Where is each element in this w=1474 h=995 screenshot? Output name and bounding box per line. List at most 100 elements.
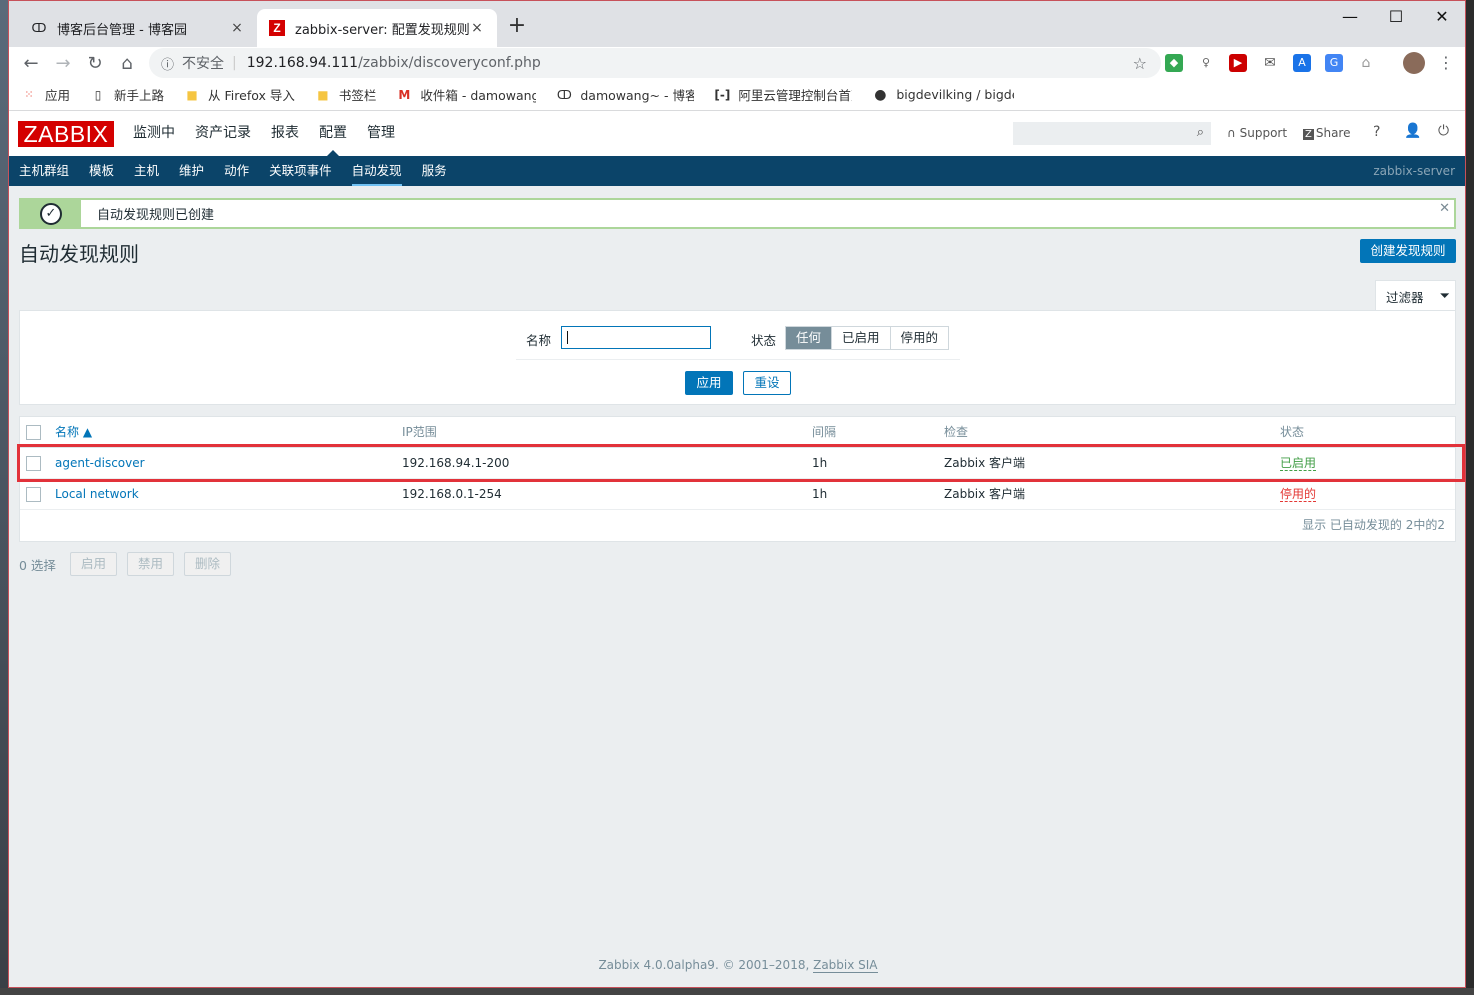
zabbix-logo[interactable]: ZABBIX — [18, 121, 114, 147]
share-label: Share — [1315, 126, 1351, 140]
bookmark-firefox-import[interactable]: ■ 从 Firefox 导入 — [184, 85, 295, 104]
support-link[interactable]: ∩ Support — [1227, 126, 1287, 140]
bookmark-label: 新手上路 — [114, 88, 165, 103]
extension-a-icon[interactable]: A — [1293, 54, 1311, 72]
page-title: 自动发现规则 — [19, 242, 139, 266]
mail-icon[interactable]: ✉ — [1261, 54, 1279, 72]
taskbar-edge — [0, 988, 1474, 995]
status-option-any[interactable]: 任何 — [786, 327, 832, 349]
zabbix-header: ZABBIX 监测中 资产记录 报表 配置 管理 ⌕ ∩ Support Z Sh… — [9, 111, 1465, 156]
disable-selected-button[interactable]: 禁用 — [126, 552, 174, 576]
close-icon[interactable]: ✕ — [1439, 201, 1450, 216]
bookmark-gmail[interactable]: M 收件箱 - damowang — [396, 85, 536, 104]
success-icon-box: ✓ — [21, 200, 81, 227]
bookmark-bar-folder[interactable]: ■ 书签栏 — [315, 85, 376, 104]
status-option-disabled[interactable]: 停用的 — [889, 327, 949, 349]
top-menu-configuration[interactable]: 配置 — [319, 111, 347, 156]
sub-menu-services[interactable]: 服务 — [422, 156, 447, 186]
delete-selected-button[interactable]: 删除 — [183, 552, 231, 576]
sub-menu-templates[interactable]: 模板 — [89, 156, 114, 186]
support-label: Support — [1239, 126, 1288, 140]
bookmark-label: bigdevilking / bigdevilking — [896, 87, 1014, 102]
tab-cnblogs[interactable]: ↀ 博客后台管理 - 博客园 × — [19, 9, 257, 47]
minimize-button[interactable]: — — [1327, 7, 1373, 26]
filter-name-label: 名称 — [526, 333, 552, 348]
top-menu-monitoring[interactable]: 监测中 — [133, 111, 175, 156]
bookmark-star-icon[interactable]: ☆ — [1133, 54, 1147, 73]
profile-avatar[interactable] — [1403, 52, 1425, 74]
desktop-edge — [0, 0, 8, 995]
bookmark-github[interactable]: ● bigdevilking / bigdevilking — [872, 87, 1014, 103]
folder-icon: ■ — [186, 87, 198, 102]
success-message-text: 自动发现规则已创建 — [97, 208, 215, 223]
bookmark-label: damowang~ - 博客园 — [580, 88, 694, 103]
bookmark-getting-started[interactable]: ▯ 新手上路 — [90, 85, 164, 104]
footer-zabbix-sia-link[interactable]: Zabbix SIA — [813, 958, 878, 973]
help-icon[interactable]: ? — [1373, 124, 1380, 140]
sign-out-icon[interactable]: ⏻ — [1438, 123, 1449, 139]
browser-window: ↀ 博客后台管理 - 博客园 × Z zabbix-server: 配置发现规则… — [8, 0, 1466, 988]
share-link[interactable]: Z Share — [1303, 126, 1351, 140]
info-icon[interactable]: ⓘ — [161, 54, 174, 73]
bookmark-label: 收件箱 - damowang — [420, 88, 537, 103]
server-name: zabbix-server — [1373, 164, 1455, 178]
create-discovery-rule-button[interactable]: 创建发现规则 — [1360, 239, 1456, 263]
filter-tab[interactable]: 过滤器 ⏷ — [1375, 280, 1456, 311]
search-icon[interactable]: ⌕ — [1197, 125, 1204, 140]
bookmark-label: 从 Firefox 导入 — [208, 88, 295, 103]
tab-zabbix[interactable]: Z zabbix-server: 配置发现规则 × — [257, 9, 497, 47]
rule-name-link[interactable]: Local network — [55, 479, 139, 510]
address-bar[interactable]: ⓘ 不安全 | 192.168.94.111 /zabbix/discovery… — [149, 48, 1161, 78]
youtube-icon[interactable]: ▶ — [1229, 54, 1247, 72]
rule-ip-range: 192.168.0.1-254 — [402, 487, 502, 501]
apply-filter-button[interactable]: 应用 — [685, 371, 733, 395]
bookmark-cnblogs[interactable]: ↀ damowang~ - 博客园 — [556, 85, 694, 104]
url-host: 192.168.94.111 — [246, 55, 359, 71]
maximize-button[interactable]: ☐ — [1373, 7, 1419, 26]
bookmark-label: 阿里云管理控制台首页 — [738, 88, 853, 103]
window-close-button[interactable]: ✕ — [1419, 7, 1465, 26]
translate-icon[interactable]: G — [1325, 54, 1343, 72]
cnblogs-icon: ↀ — [31, 21, 47, 35]
user-profile-icon[interactable]: 👤 — [1404, 123, 1421, 139]
forward-arrow-icon[interactable]: → — [47, 53, 79, 74]
bookmark-apps[interactable]: ⁙ 应用 — [21, 85, 70, 104]
sub-menu-maintenance[interactable]: 维护 — [179, 156, 204, 186]
enable-selected-button[interactable]: 启用 — [69, 552, 117, 576]
bookmark-label: 应用 — [45, 88, 71, 103]
rule-interval: 1h — [812, 487, 828, 501]
sub-menu-actions[interactable]: 动作 — [224, 156, 249, 186]
new-tab-button[interactable]: + — [503, 13, 531, 41]
row-checkbox[interactable] — [26, 487, 41, 502]
reload-icon[interactable]: ↻ — [79, 53, 111, 74]
extension-home-icon[interactable]: ⌂ — [1357, 54, 1375, 72]
sub-menu: 主机群组 模板 主机 维护 动作 关联项事件 自动发现 服务 zabbix-se… — [9, 156, 1465, 186]
status-option-enabled[interactable]: 已启用 — [831, 327, 890, 349]
global-search-input[interactable]: ⌕ — [1013, 122, 1211, 145]
top-menu-administration[interactable]: 管理 — [367, 111, 395, 156]
tab-title: 博客后台管理 - 博客园 — [57, 22, 187, 38]
filter-status-label: 状态 — [751, 333, 777, 348]
back-arrow-icon[interactable]: ← — [15, 53, 47, 74]
bookmark-aliyun[interactable]: [-] 阿里云管理控制台首页 — [714, 85, 852, 104]
top-menu-inventory[interactable]: 资产记录 — [195, 111, 251, 156]
menu-dots-icon[interactable]: ⋮ — [1437, 54, 1455, 72]
tab-title: zabbix-server: 配置发现规则 — [295, 22, 469, 38]
bookmarks-bar: ⁙ 应用 ▯ 新手上路 ■ 从 Firefox 导入 ■ 书签栏 M 收件箱 -… — [9, 79, 1465, 111]
rule-status-toggle[interactable]: 停用的 — [1280, 479, 1317, 510]
sub-menu-correlation[interactable]: 关联项事件 — [269, 156, 332, 186]
top-menu-reports[interactable]: 报表 — [271, 111, 299, 156]
sub-menu-discovery[interactable]: 自动发现 — [351, 156, 402, 186]
home-icon[interactable]: ⌂ — [111, 53, 143, 74]
select-all-checkbox[interactable] — [26, 425, 41, 440]
extension-bulb-icon[interactable]: ♀ — [1197, 54, 1215, 72]
close-icon[interactable]: × — [469, 20, 485, 36]
rule-checks: Zabbix 客户端 — [944, 487, 1026, 501]
extension-colors-icon[interactable]: ◆ — [1165, 54, 1183, 72]
row-highlight-annotation — [17, 444, 1465, 482]
reset-filter-button[interactable]: 重设 — [743, 371, 791, 395]
filter-name-input[interactable] — [561, 326, 711, 349]
sub-menu-host-groups[interactable]: 主机群组 — [19, 156, 69, 186]
sub-menu-hosts[interactable]: 主机 — [134, 156, 159, 186]
close-icon[interactable]: × — [229, 20, 245, 36]
